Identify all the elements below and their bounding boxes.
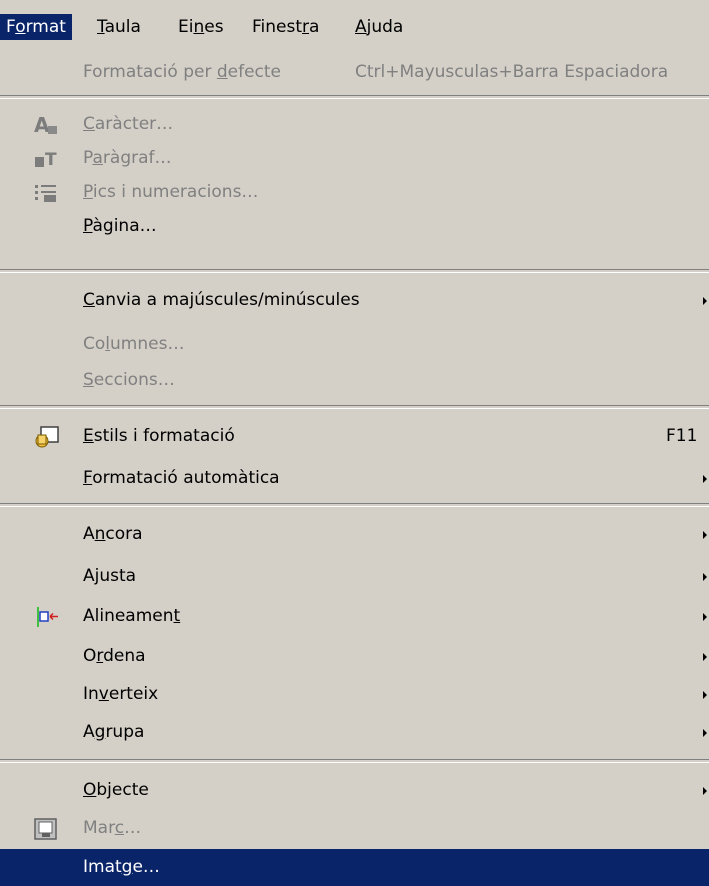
menu-item-marc[interactable]: Marc… — [0, 811, 709, 845]
menu-item-imatge[interactable]: Imatge… — [0, 849, 709, 886]
menu-item-shortcut: F11 — [666, 426, 698, 446]
menu-item-label: Imatge… — [83, 857, 160, 877]
menu-item-caracter[interactable]: A Caràcter… — [0, 107, 709, 141]
menu-item-label: Pàgina… — [83, 216, 157, 236]
submenu-arrow-icon — [703, 531, 707, 539]
menu-item-ajusta[interactable]: Ajusta — [0, 559, 709, 593]
menu-item-pagina[interactable]: Pàgina… — [0, 209, 709, 243]
menu-eines[interactable]: Eines — [178, 14, 224, 40]
menu-item-label: Inverteix — [83, 684, 159, 704]
menu-item-label: Paràgraf… — [83, 148, 172, 168]
bullets-numbering-icon — [34, 182, 58, 204]
menu-item-seccions[interactable]: Seccions… — [0, 363, 709, 397]
menu-item-label: Columnes… — [83, 334, 185, 354]
menu-item-estils-i-formatacio[interactable]: Estils i formatació F11 — [0, 419, 709, 453]
menu-item-paragraf[interactable]: T Paràgraf… — [0, 141, 709, 175]
menu-item-label: Caràcter… — [83, 114, 174, 134]
format-dropdown-menu: Formatació per defecte Ctrl+Mayusculas+B… — [0, 47, 709, 886]
alignment-icon — [34, 606, 58, 628]
menu-item-pics-i-numeracions[interactable]: Pics i numeracions… — [0, 175, 709, 209]
submenu-arrow-icon — [703, 691, 707, 699]
menu-separator — [0, 503, 709, 507]
menu-item-label: Objecte — [83, 780, 149, 800]
menu-item-ancora[interactable]: Ancora — [0, 517, 709, 551]
menu-item-formatacio-automatica[interactable]: Formatació automàtica — [0, 461, 709, 495]
menu-item-label: Ajusta — [83, 566, 137, 586]
menu-item-alineament[interactable]: Alineament — [0, 599, 709, 633]
svg-text:A: A — [34, 114, 50, 136]
menu-format[interactable]: Format — [0, 14, 72, 40]
menu-item-label: Marc… — [83, 818, 142, 838]
menu-item-label: Formatació automàtica — [83, 468, 280, 488]
character-icon: A — [34, 113, 58, 137]
menu-taula[interactable]: Taula — [97, 14, 141, 40]
submenu-arrow-icon — [703, 613, 707, 621]
menu-item-label: Alineament — [83, 606, 181, 626]
menu-bar: Format Taula Eines Finestra Ajuda — [0, 0, 709, 47]
styles-formatting-icon — [34, 426, 59, 448]
menu-ajuda[interactable]: Ajuda — [355, 14, 403, 40]
menu-item-inverteix[interactable]: Inverteix — [0, 677, 709, 711]
menu-item-ordena[interactable]: Ordena — [0, 639, 709, 673]
menu-item-label: Agrupa — [83, 722, 145, 742]
submenu-arrow-icon — [703, 787, 707, 795]
svg-text:T: T — [45, 150, 57, 170]
submenu-arrow-icon — [703, 573, 707, 581]
menu-item-columnes[interactable]: Columnes… — [0, 327, 709, 361]
frame-icon — [34, 818, 58, 840]
submenu-arrow-icon — [703, 729, 707, 737]
menu-separator — [0, 759, 709, 763]
submenu-arrow-icon — [703, 653, 707, 661]
menu-separator — [0, 269, 709, 273]
menu-item-agrupa[interactable]: Agrupa — [0, 715, 709, 749]
menu-item-label: Ancora — [83, 524, 143, 544]
menu-item-label: Ordena — [83, 646, 146, 666]
menu-item-shortcut: Ctrl+Mayusculas+Barra Espaciadora — [355, 62, 669, 82]
menu-item-label: Estils i formatació — [83, 426, 235, 446]
menu-item-objecte[interactable]: Objecte — [0, 773, 709, 807]
menu-separator — [0, 405, 709, 409]
menu-item-canvia-majuscules[interactable]: Canvia a majúscules/minúscules — [0, 283, 709, 317]
menu-separator — [0, 95, 709, 99]
menu-finestra[interactable]: Finestra — [252, 14, 319, 40]
menu-item-label: Formatació per defecte — [83, 62, 282, 82]
menu-item-label: Seccions… — [83, 370, 175, 390]
submenu-arrow-icon — [703, 475, 707, 483]
menu-item-label: Canvia a majúscules/minúscules — [83, 290, 360, 310]
submenu-arrow-icon — [703, 297, 707, 305]
menu-item-label: Pics i numeracions… — [83, 182, 259, 202]
menu-item-formatacio-per-defecte[interactable]: Formatació per defecte Ctrl+Mayusculas+B… — [0, 55, 709, 89]
paragraph-icon: T — [34, 148, 58, 170]
